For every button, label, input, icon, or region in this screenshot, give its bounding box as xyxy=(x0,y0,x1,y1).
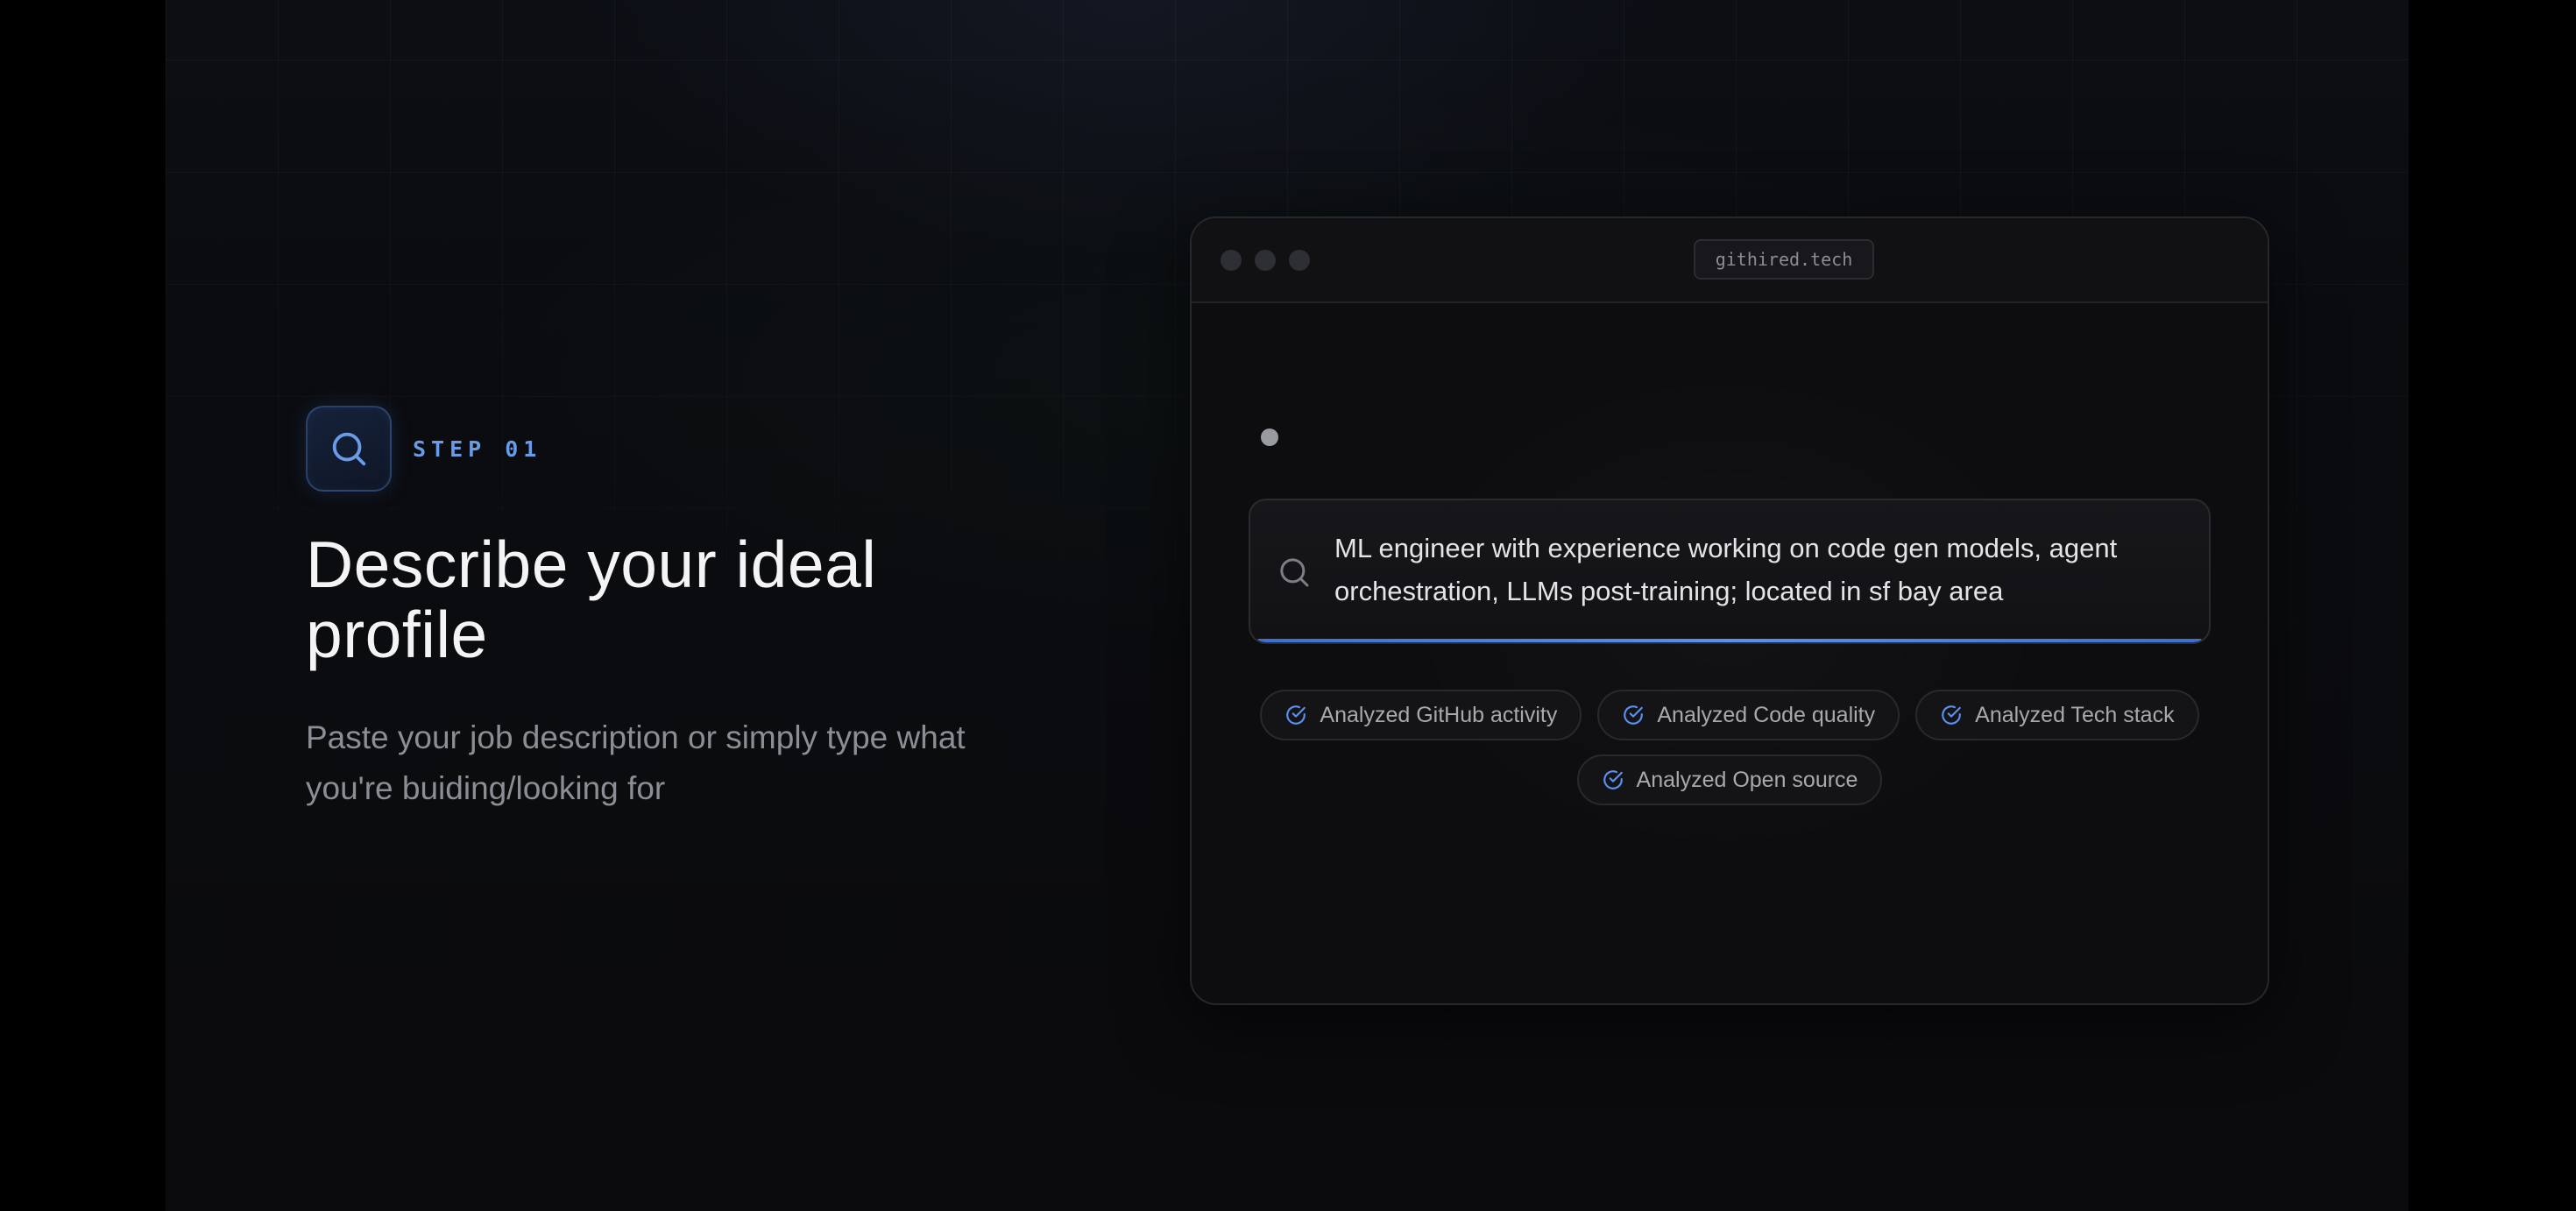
check-circle-icon xyxy=(1602,768,1624,791)
chip-code-quality: Analyzed Code quality xyxy=(1597,690,1900,740)
step-label: STEP 01 xyxy=(413,436,542,462)
chip-tech-stack: Analyzed Tech stack xyxy=(1915,690,2199,740)
window-minimize-dot[interactable] xyxy=(1255,250,1276,271)
check-circle-icon xyxy=(1284,704,1307,726)
browser-window: githired.tech ML engineer with experienc… xyxy=(1190,216,2269,1005)
search-input-value[interactable]: ML engineer with experience working on c… xyxy=(1334,527,2184,613)
analysis-chips: Analyzed GitHub activity Analyzed Code q… xyxy=(1244,690,2215,805)
typing-cursor-dot xyxy=(1261,428,1278,446)
window-maximize-dot[interactable] xyxy=(1289,250,1310,271)
page-description: Paste your job description or simply typ… xyxy=(306,719,966,806)
window-close-dot[interactable] xyxy=(1221,250,1242,271)
browser-titlebar: githired.tech xyxy=(1192,218,2268,303)
chip-label: Analyzed Open source xyxy=(1636,767,1858,792)
search-icon xyxy=(1277,555,1312,590)
chip-open-source: Analyzed Open source xyxy=(1576,754,1883,805)
chip-label: Analyzed GitHub activity xyxy=(1320,702,1558,727)
check-circle-icon xyxy=(1940,704,1963,726)
check-circle-icon xyxy=(1622,704,1645,726)
page-title: Describe your ideal profile xyxy=(306,528,877,671)
chip-label: Analyzed Code quality xyxy=(1657,702,1876,727)
search-icon xyxy=(332,432,366,466)
search-focus-underline xyxy=(1257,639,2202,642)
chip-label: Analyzed Tech stack xyxy=(1975,702,2175,727)
search-input[interactable]: ML engineer with experience working on c… xyxy=(1249,499,2211,644)
step-icon-badge xyxy=(306,406,392,492)
hero-section: STEP 01 Describe your ideal profile Past… xyxy=(166,0,2409,1211)
url-bar[interactable]: githired.tech xyxy=(1694,239,1874,280)
page: STEP 01 Describe your ideal profile Past… xyxy=(0,0,2576,1211)
step-indicator: STEP 01 xyxy=(306,406,541,492)
chip-github-activity: Analyzed GitHub activity xyxy=(1260,690,1582,740)
